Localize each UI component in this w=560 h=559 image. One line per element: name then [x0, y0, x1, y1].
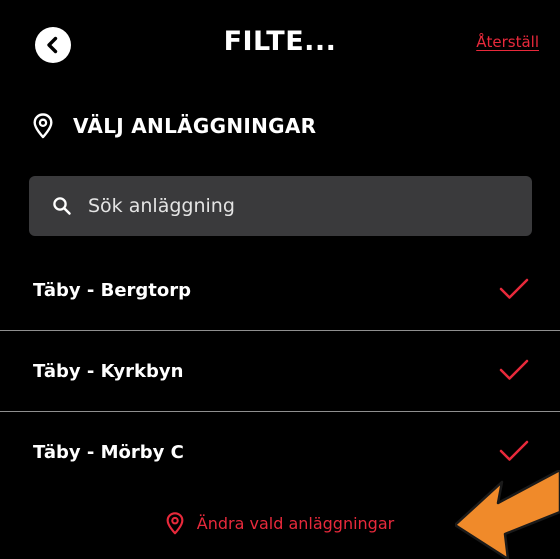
arrow-annotation-icon [455, 470, 560, 559]
facility-list: Täby - Bergtorp Täby - Kyrkbyn Täby - Mö… [0, 250, 560, 492]
checkmark-icon [499, 359, 529, 380]
list-item[interactable]: Täby - Bergtorp [0, 250, 560, 331]
list-item[interactable]: Täby - Kyrkbyn [0, 331, 560, 412]
reset-link[interactable]: Återställ [476, 33, 539, 51]
search-field[interactable] [29, 176, 532, 236]
section-heading: VÄLJ ANLÄGGNINGAR [33, 113, 316, 139]
facility-name: Täby - Bergtorp [33, 279, 192, 301]
search-icon [53, 197, 71, 215]
filter-screen: FILTE... Återställ VÄLJ ANLÄGGNINGAR Täb… [0, 0, 560, 559]
checkmark-icon [499, 278, 529, 299]
checkmark-icon [499, 440, 529, 461]
location-pin-icon [166, 512, 184, 535]
change-facilities-label: Ändra vald anläggningar [196, 514, 395, 533]
facility-name: Täby - Kyrkbyn [33, 360, 184, 382]
section-heading-label: VÄLJ ANLÄGGNINGAR [73, 114, 317, 138]
facility-name: Täby - Mörby C [33, 441, 184, 463]
location-pin-icon [33, 113, 53, 139]
header: FILTE... Återställ [0, 0, 560, 88]
search-input[interactable] [86, 194, 510, 218]
